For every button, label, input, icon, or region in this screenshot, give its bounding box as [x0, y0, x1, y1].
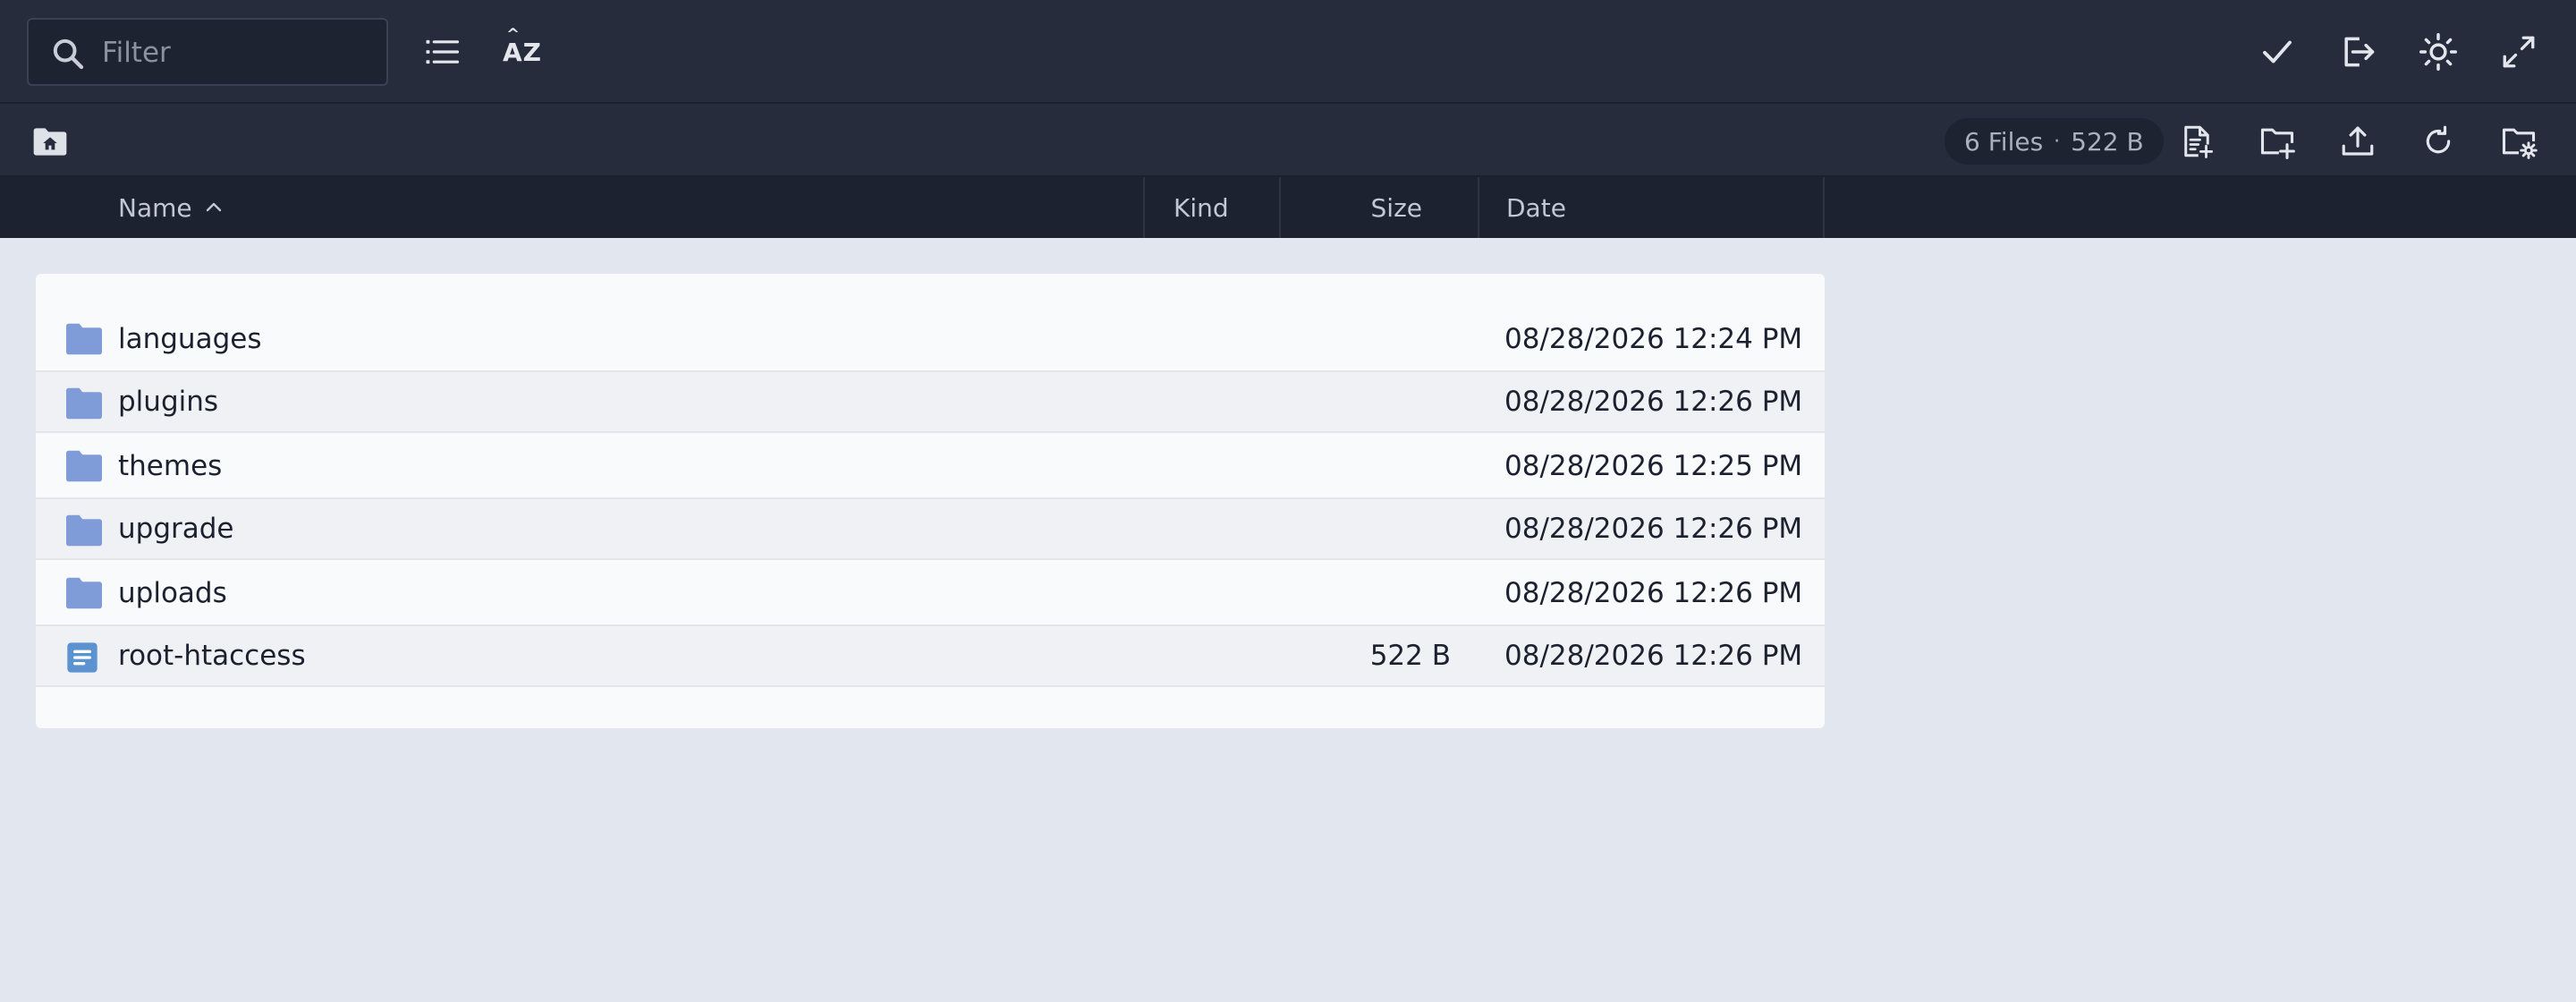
fullscreen-button[interactable] [2490, 23, 2547, 81]
confirm-button[interactable] [2249, 23, 2306, 81]
file-name: upgrade [118, 513, 234, 545]
upload-icon [2342, 126, 2374, 156]
column-size-label: Size [1370, 192, 1422, 223]
column-header-kind[interactable]: Kind [1143, 177, 1279, 238]
file-size: 522 B [1369, 640, 1451, 672]
total-size: 522 B [2071, 126, 2144, 157]
folder-settings-icon [2502, 128, 2538, 159]
file-date: 08/28/2026 12:25 PM [1504, 450, 1803, 482]
top-toolbar: ^AZ [0, 0, 2576, 104]
new-file-button[interactable] [2168, 113, 2225, 170]
list-item[interactable]: root-htaccess 522 B 08/28/2026 12:26 PM [36, 624, 1825, 687]
column-name-label: Name [118, 192, 192, 223]
new-file-icon [2184, 125, 2214, 158]
file-date: 08/28/2026 12:26 PM [1504, 640, 1803, 672]
list-item[interactable]: uploads 08/28/2026 12:26 PM [36, 562, 1825, 624]
folder-settings-button[interactable] [2490, 113, 2547, 170]
logout-button[interactable] [2329, 23, 2386, 81]
refresh-button[interactable] [2410, 113, 2467, 170]
file-name: plugins [118, 386, 219, 418]
file-name: root-htaccess [118, 640, 306, 672]
theme-sun-icon [2419, 33, 2457, 71]
refresh-icon [2426, 125, 2451, 154]
list-item[interactable]: plugins 08/28/2026 12:26 PM [36, 370, 1825, 433]
column-date-label: Date [1506, 192, 1566, 223]
file-count: 6 Files [1964, 126, 2044, 157]
column-kind-label: Kind [1174, 192, 1229, 223]
file-name: languages [118, 323, 262, 355]
sort-az-icon: ^ AZ [503, 24, 542, 67]
file-list: languages 08/28/2026 12:24 PM plugins 08… [36, 274, 1825, 728]
list-item[interactable]: upgrade 08/28/2026 12:26 PM [36, 497, 1825, 560]
folder-icon [66, 387, 102, 420]
sort-az-button[interactable]: ^ AZ [494, 23, 551, 81]
folder-home-icon [33, 128, 67, 156]
list-item[interactable]: languages 08/28/2026 12:24 PM [36, 308, 1825, 370]
count-separator: · [2054, 130, 2061, 153]
column-header-name[interactable]: Name [118, 177, 1143, 238]
file-date: 08/28/2026 12:26 PM [1504, 513, 1803, 545]
chevron-up-icon [206, 202, 221, 212]
new-folder-icon [2260, 128, 2295, 159]
logout-icon [2344, 37, 2375, 67]
column-header-date[interactable]: Date [1478, 177, 1825, 238]
check-icon [2263, 40, 2292, 64]
file-name: themes [118, 450, 223, 482]
text-file-icon [67, 642, 97, 673]
folder-icon [66, 577, 102, 609]
upload-button[interactable] [2329, 113, 2386, 170]
path-bar: 6 Files · 522 B [0, 104, 2576, 177]
filter-box[interactable] [27, 18, 388, 86]
file-date: 08/28/2026 12:24 PM [1504, 323, 1803, 355]
folder-icon [66, 323, 102, 355]
search-icon [53, 38, 84, 70]
home-folder-button[interactable] [21, 113, 79, 170]
list-view-button[interactable] [413, 23, 470, 81]
file-count-badge: 6 Files · 522 B [1945, 118, 2164, 165]
filter-input[interactable] [100, 29, 372, 77]
file-date: 08/28/2026 12:26 PM [1504, 386, 1803, 418]
folder-icon [66, 450, 102, 482]
column-header-row: Name Kind Size Date [0, 177, 2576, 238]
theme-toggle-button[interactable] [2410, 23, 2467, 81]
new-folder-button[interactable] [2249, 113, 2306, 170]
file-name: uploads [118, 577, 227, 609]
fullscreen-icon [2503, 36, 2535, 68]
column-header-size[interactable]: Size [1279, 177, 1478, 238]
list-icon [426, 39, 460, 64]
file-date: 08/28/2026 12:26 PM [1504, 577, 1803, 609]
list-item[interactable]: themes 08/28/2026 12:25 PM [36, 435, 1825, 497]
folder-icon [66, 514, 102, 547]
